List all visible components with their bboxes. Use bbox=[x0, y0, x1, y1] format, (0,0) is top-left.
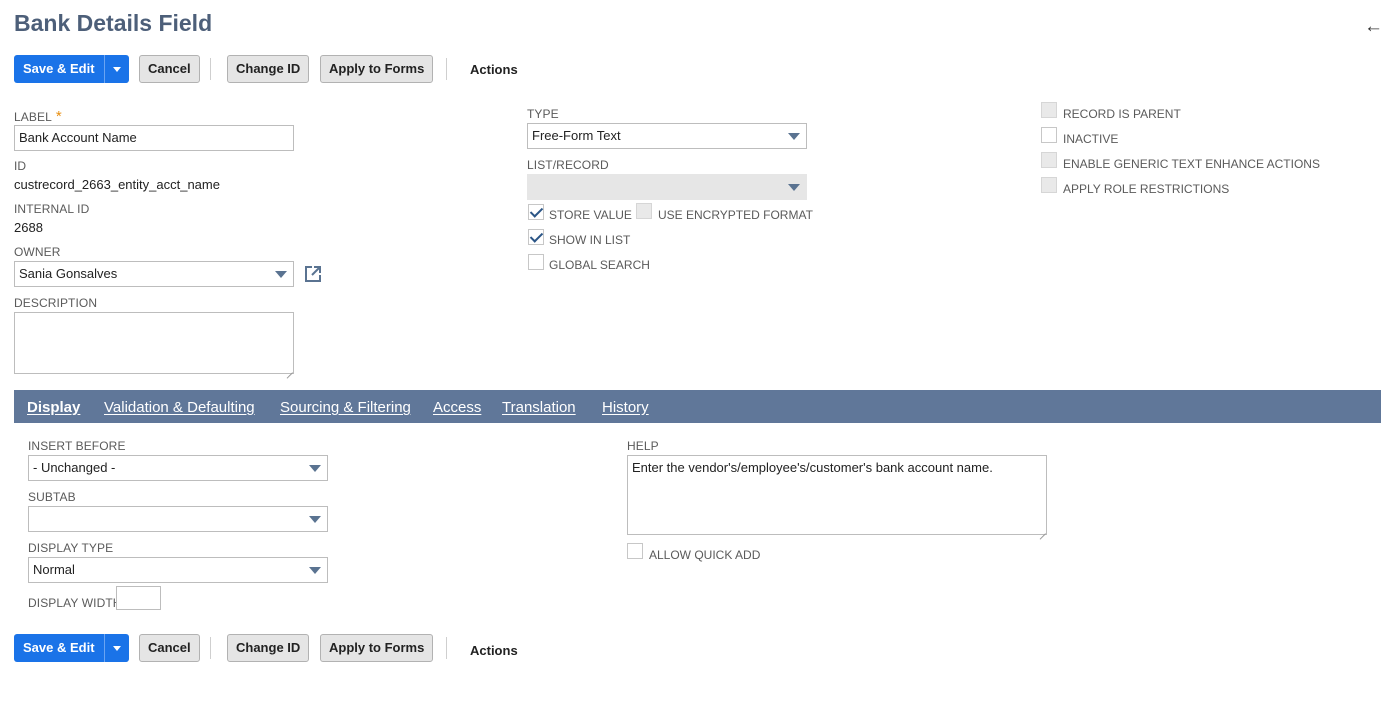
description-label: DESCRIPTION bbox=[14, 296, 98, 310]
required-marker: * bbox=[55, 108, 62, 125]
global-search-checkbox[interactable] bbox=[528, 254, 544, 270]
chevron-down-icon bbox=[309, 567, 321, 574]
tab-access[interactable]: Access bbox=[433, 399, 481, 416]
apply-to-forms-button[interactable]: Apply to Forms bbox=[320, 634, 434, 662]
chevron-down-icon bbox=[275, 271, 287, 278]
display-type-select[interactable]: Normal bbox=[28, 557, 328, 583]
tab-translation[interactable]: Translation bbox=[502, 399, 576, 416]
store-value-label: STORE VALUE bbox=[549, 208, 632, 222]
chevron-down-icon bbox=[788, 133, 800, 140]
internal-id-label: INTERNAL ID bbox=[14, 202, 90, 216]
resize-grip-icon[interactable] bbox=[1038, 526, 1046, 534]
toolbar-divider bbox=[446, 637, 447, 659]
change-id-button[interactable]: Change ID bbox=[227, 634, 310, 662]
save-edit-button-group: Save & Edit bbox=[14, 634, 129, 662]
toolbar-divider bbox=[210, 58, 211, 80]
allow-quick-add-checkbox[interactable] bbox=[627, 543, 643, 559]
record-is-parent-label: RECORD IS PARENT bbox=[1063, 107, 1181, 121]
type-label: TYPE bbox=[527, 107, 559, 121]
subtab-bar: Display Validation & Defaulting Sourcing… bbox=[14, 390, 1381, 423]
back-arrow-icon[interactable]: ← bbox=[1364, 16, 1381, 38]
id-field-label: ID bbox=[14, 159, 27, 173]
display-type-select-value: Normal bbox=[33, 562, 75, 577]
bottom-toolbar: Save & Edit Cancel Change ID Apply to Fo… bbox=[14, 634, 614, 662]
insert-before-label: INSERT BEFORE bbox=[28, 439, 126, 453]
show-in-list-label: SHOW IN LIST bbox=[549, 233, 631, 247]
enable-generic-text-label: ENABLE GENERIC TEXT ENHANCE ACTIONS bbox=[1063, 157, 1320, 171]
insert-before-select[interactable]: - Unchanged - bbox=[28, 455, 328, 481]
insert-before-select-value: - Unchanged - bbox=[33, 460, 116, 475]
show-in-list-checkbox[interactable] bbox=[528, 229, 544, 245]
list-record-select bbox=[527, 174, 807, 200]
page-title: Bank Details Field bbox=[14, 10, 213, 36]
toolbar-divider bbox=[446, 58, 447, 80]
chevron-down-icon bbox=[309, 516, 321, 523]
label-field-label: LABEL * bbox=[14, 108, 62, 125]
chevron-down-icon bbox=[788, 184, 800, 191]
description-textarea[interactable] bbox=[14, 312, 294, 374]
record-is-parent-checkbox bbox=[1041, 102, 1057, 118]
subtab-select[interactable] bbox=[28, 506, 328, 532]
save-edit-button[interactable]: Save & Edit bbox=[14, 55, 104, 83]
help-label: HELP bbox=[627, 439, 659, 453]
tab-display[interactable]: Display bbox=[27, 399, 80, 416]
save-edit-button-group: Save & Edit bbox=[14, 55, 129, 83]
help-textarea[interactable]: Enter the vendor's/employee's/customer's… bbox=[627, 455, 1047, 535]
tab-history[interactable]: History bbox=[602, 399, 649, 416]
display-type-label: DISPLAY TYPE bbox=[28, 541, 114, 555]
apply-role-restrictions-checkbox bbox=[1041, 177, 1057, 193]
id-value: custrecord_2663_entity_acct_name bbox=[14, 177, 220, 192]
apply-to-forms-button[interactable]: Apply to Forms bbox=[320, 55, 434, 83]
inactive-label: INACTIVE bbox=[1063, 132, 1119, 146]
display-width-label: DISPLAY WIDTH bbox=[28, 596, 122, 610]
apply-role-restrictions-label: APPLY ROLE RESTRICTIONS bbox=[1063, 182, 1230, 196]
list-record-label: LIST/RECORD bbox=[527, 158, 609, 172]
store-value-checkbox[interactable] bbox=[528, 204, 544, 220]
open-external-icon[interactable] bbox=[304, 265, 322, 283]
actions-menu[interactable]: Actions bbox=[470, 643, 518, 658]
change-id-button[interactable]: Change ID bbox=[227, 55, 310, 83]
resize-grip-icon[interactable] bbox=[285, 365, 293, 373]
owner-select-value: Sania Gonsalves bbox=[19, 266, 118, 281]
enable-generic-text-checkbox bbox=[1041, 152, 1057, 168]
inactive-checkbox[interactable] bbox=[1041, 127, 1057, 143]
chevron-down-icon bbox=[309, 465, 321, 472]
actions-menu[interactable]: Actions bbox=[470, 62, 518, 77]
subtab-label: SUBTAB bbox=[28, 490, 76, 504]
owner-label: OWNER bbox=[14, 245, 61, 259]
toolbar-divider bbox=[210, 637, 211, 659]
save-options-dropdown-icon[interactable] bbox=[103, 55, 129, 83]
tab-sourcing-filtering[interactable]: Sourcing & Filtering bbox=[280, 399, 411, 416]
internal-id-value: 2688 bbox=[14, 220, 43, 235]
type-select[interactable]: Free-Form Text bbox=[527, 123, 807, 149]
use-encrypted-format-checkbox bbox=[636, 203, 652, 219]
global-search-label: GLOBAL SEARCH bbox=[549, 258, 650, 272]
type-select-value: Free-Form Text bbox=[532, 128, 621, 143]
cancel-button[interactable]: Cancel bbox=[139, 55, 200, 83]
top-toolbar: Save & Edit Cancel Change ID Apply to Fo… bbox=[14, 55, 614, 83]
cancel-button[interactable]: Cancel bbox=[139, 634, 200, 662]
use-encrypted-format-label: USE ENCRYPTED FORMAT bbox=[658, 208, 813, 222]
owner-select[interactable]: Sania Gonsalves bbox=[14, 261, 294, 287]
display-width-input[interactable] bbox=[116, 586, 161, 610]
allow-quick-add-label: ALLOW QUICK ADD bbox=[649, 548, 761, 562]
save-edit-button[interactable]: Save & Edit bbox=[14, 634, 104, 662]
save-options-dropdown-icon[interactable] bbox=[103, 634, 129, 662]
label-input[interactable]: Bank Account Name bbox=[14, 125, 294, 151]
tab-validation-defaulting[interactable]: Validation & Defaulting bbox=[104, 399, 255, 416]
